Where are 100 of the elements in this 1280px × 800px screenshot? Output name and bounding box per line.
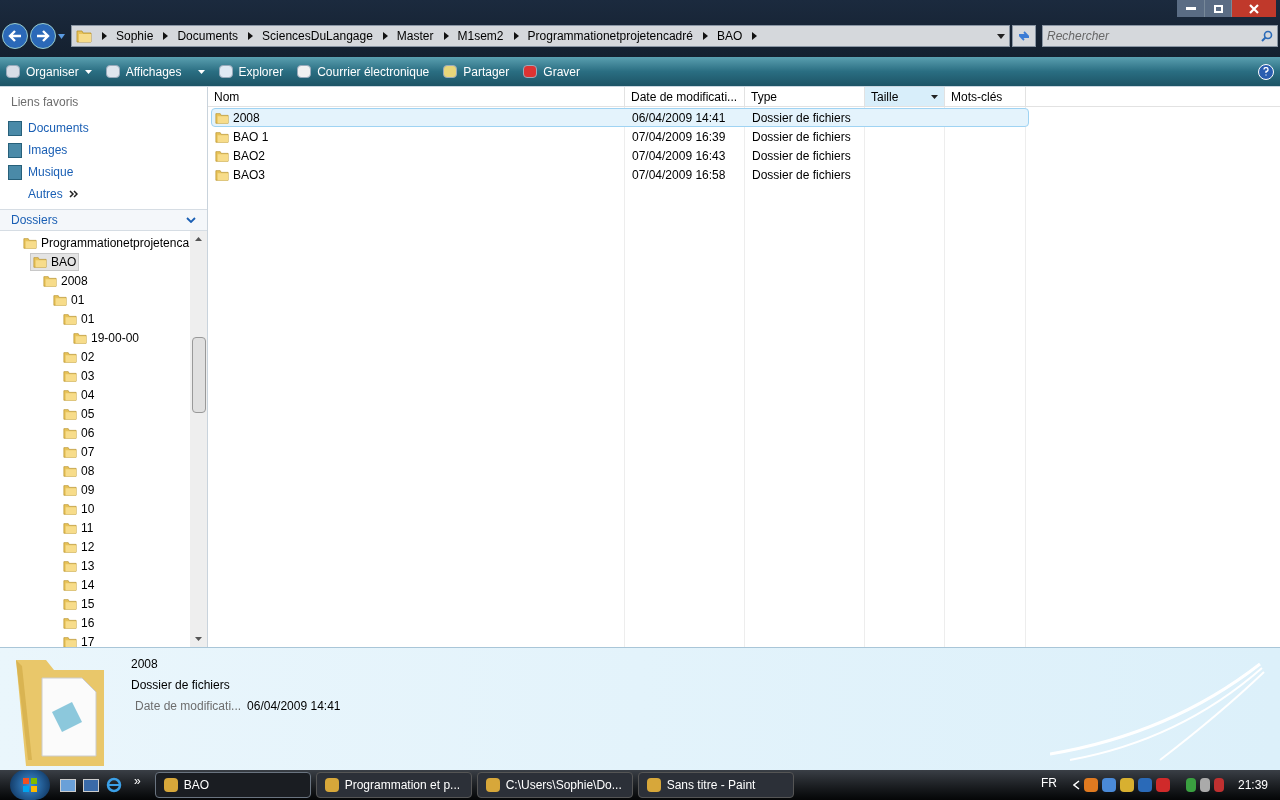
tree-item[interactable]: 07	[60, 442, 98, 461]
breadcrumb[interactable]: SciencesDuLangage	[262, 27, 373, 45]
tree-item[interactable]: 14	[60, 575, 98, 594]
tree-item[interactable]: 16	[60, 613, 98, 632]
help-button[interactable]	[1258, 63, 1274, 80]
tree-item[interactable]: 19-00-00	[70, 328, 143, 347]
toolbar-icon	[523, 65, 538, 78]
tree-item[interactable]: Programmationetprojetenca	[20, 233, 190, 252]
favorite-link[interactable]: Musique	[28, 163, 74, 181]
start-button[interactable]	[10, 770, 50, 800]
tree-item[interactable]: 09	[60, 480, 98, 499]
tree-item[interactable]: 13	[60, 556, 98, 575]
file-row[interactable]: BAO 1 07/04/2009 16:39 Dossier de fichiers	[211, 127, 1029, 146]
breadcrumb[interactable]: Programmationetprojetencadré	[527, 27, 693, 45]
dropdown-icon[interactable]	[58, 33, 65, 39]
file-row[interactable]: BAO3 07/04/2009 16:58 Dossier de fichiers	[211, 165, 1029, 184]
folder-icon	[63, 406, 77, 421]
chevron-icon	[101, 32, 107, 40]
taskbar-button[interactable]: Programmation et p...	[315, 772, 472, 798]
clock[interactable]: 21:39	[1237, 776, 1268, 794]
tree-item[interactable]: 02	[60, 347, 98, 366]
toolbar-button[interactable]: Affichages	[105, 62, 205, 81]
restore-button[interactable]	[1204, 0, 1231, 17]
back-button[interactable]	[2, 23, 28, 49]
dropdown-icon[interactable]	[997, 33, 1005, 39]
file-row[interactable]: BAO2 07/04/2009 16:43 Dossier de fichiers	[211, 146, 1029, 165]
date-cell-text: 07/04/2009 16:58	[631, 166, 727, 184]
type-cell-text: Dossier de fichiers	[751, 166, 852, 184]
tree-item[interactable]: 04	[60, 385, 98, 404]
tree-item[interactable]: 05	[60, 404, 98, 423]
column-header[interactable]: Taille	[865, 87, 945, 106]
tree-item[interactable]: 10	[60, 499, 98, 518]
taskbar-button[interactable]: BAO	[154, 772, 311, 798]
type-cell-text: Dossier de fichiers	[751, 147, 852, 165]
tree-item[interactable]: 15	[60, 594, 98, 613]
toolbar-button[interactable]: Courrier électronique	[297, 62, 430, 81]
breadcrumb[interactable]: M1sem2	[457, 27, 504, 45]
tree-item[interactable]: 01	[60, 309, 98, 328]
scroll-thumb[interactable]	[191, 337, 206, 413]
tree-item[interactable]: 08	[60, 461, 98, 480]
minimize-button[interactable]	[1177, 0, 1204, 17]
property-label: Date de modificati...	[135, 698, 242, 715]
taskbar-button[interactable]: Sans titre - Paint	[637, 772, 794, 798]
column-header[interactable]: Date de modificati...	[625, 87, 745, 106]
folders-header[interactable]: Dossiers	[0, 209, 207, 231]
close-button[interactable]	[1231, 0, 1276, 17]
browser-icon[interactable]	[106, 777, 122, 793]
forward-button[interactable]	[30, 23, 56, 49]
language-indicator[interactable]: FR	[1040, 774, 1057, 792]
folder-icon	[63, 311, 77, 326]
tree-item[interactable]: 01	[50, 290, 88, 309]
folder-icon	[63, 558, 77, 573]
favorite-link[interactable]: Images	[28, 141, 68, 159]
search-field[interactable]: Rechercher	[1042, 25, 1278, 47]
double-chevron-icon	[68, 190, 78, 198]
close-icon	[1249, 3, 1259, 14]
tree-item[interactable]: BAO	[30, 252, 80, 271]
breadcrumb[interactable]: Documents	[177, 27, 239, 45]
scrollbar[interactable]	[190, 231, 207, 647]
file-name: BAO3	[233, 166, 265, 184]
favorite-link[interactable]: Autres	[28, 185, 63, 203]
folder-icon	[63, 463, 77, 478]
type-cell-text: Dossier de fichiers	[751, 109, 852, 127]
caret-icon[interactable]	[931, 94, 938, 99]
folder-icon	[63, 425, 77, 440]
breadcrumb[interactable]: Master	[396, 27, 434, 45]
tree-item[interactable]: 06	[60, 423, 98, 442]
toolbar-button[interactable]: Graver	[523, 62, 580, 81]
column-header[interactable]: Mots-clés	[945, 87, 1026, 106]
caret-icon[interactable]	[197, 69, 205, 74]
file-name: 2008	[233, 109, 260, 127]
file-row[interactable]: 2008 06/04/2009 14:41 Dossier de fichiers	[211, 108, 1029, 127]
item-type: Dossier de fichiers	[131, 677, 231, 694]
library-icon	[8, 164, 22, 180]
toolbar-button[interactable]: Partager	[443, 62, 510, 81]
chevron-icon	[186, 217, 196, 223]
tree-item[interactable]: 17	[60, 632, 98, 647]
date-cell-text: 06/04/2009 14:41	[631, 109, 727, 127]
breadcrumb[interactable]: BAO	[716, 27, 743, 45]
chevron-icon	[162, 32, 169, 40]
chevron-icon	[751, 32, 758, 40]
type-cell-text: Dossier de fichiers	[751, 128, 852, 146]
breadcrumb[interactable]: Sophie	[116, 27, 154, 45]
tree-item[interactable]: 11	[60, 518, 97, 537]
folder-icon	[23, 235, 37, 250]
section-heading: Liens favoris	[11, 95, 79, 109]
toolbar-button[interactable]: Explorer	[218, 62, 284, 81]
column-header[interactable]: Nom	[208, 87, 625, 106]
toolbar-button[interactable]: Organiser	[6, 62, 92, 81]
tree-item[interactable]: 12	[60, 537, 98, 556]
folder-icon	[63, 501, 77, 516]
tree-item[interactable]: 03	[60, 366, 98, 385]
taskbar-button[interactable]: C:\Users\Sophie\Do...	[476, 772, 633, 798]
address-bar[interactable]: Sophie Documents SciencesDuLangage Master M1sem2 Programmationetprojetencadré BAO	[71, 25, 1010, 47]
desktop-icon[interactable]	[60, 778, 76, 792]
more-button[interactable]: »	[134, 772, 141, 790]
refresh-button[interactable]	[1012, 25, 1036, 47]
window-switch-icon[interactable]	[83, 778, 99, 792]
tree-item[interactable]: 2008	[40, 271, 91, 290]
favorite-link[interactable]: Documents	[28, 119, 89, 137]
